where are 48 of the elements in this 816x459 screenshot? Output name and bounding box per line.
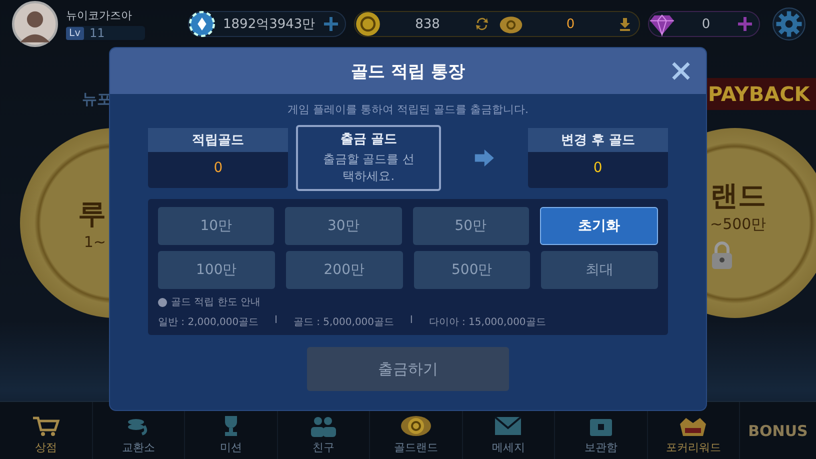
separator: l — [410, 315, 413, 328]
separator: l — [274, 315, 278, 328]
dialog-subtitle: 게임 플레이를 통하여 적립된 골드를 출금합니다. — [288, 102, 528, 117]
box-label: 변경 후 골드 — [528, 128, 668, 152]
amount-button[interactable]: 최대 — [541, 251, 658, 289]
add-chips-button[interactable] — [323, 16, 340, 32]
chip-title: 루 — [78, 196, 106, 232]
limit-text: 일반 : 2,000,000골드 — [158, 316, 259, 329]
box-label: 출금 골드 — [339, 131, 398, 149]
close-icon[interactable] — [670, 60, 692, 82]
add-diamonds-button[interactable] — [737, 16, 753, 32]
bonus-logo[interactable]: BONUS — [740, 422, 816, 440]
chip-range: 1~ — [84, 233, 106, 251]
bullet-icon — [158, 298, 167, 306]
amount-button[interactable]: 200만 — [286, 251, 402, 289]
box-value: 출금할 골드를 선택하세요. — [322, 151, 416, 185]
limit-title: 골드 적립 한도 안내 — [171, 296, 261, 309]
level-badge: Lv — [66, 26, 84, 40]
coin-icon — [400, 414, 432, 438]
saved-amount: 0 — [565, 16, 576, 32]
lobby-tab[interactable]: 뉴포 — [82, 90, 112, 109]
coin-icon — [355, 11, 381, 37]
box-value: 0 — [214, 159, 223, 176]
chip-range: ~500만 — [710, 214, 766, 234]
dialog-title: 골드 적립 통장 — [351, 60, 465, 82]
envelope-icon — [492, 414, 524, 438]
download-icon[interactable] — [617, 16, 633, 32]
amount-button[interactable]: 10만 — [158, 207, 274, 245]
amount-button[interactable]: 500만 — [414, 251, 530, 289]
chip-title: 랜드 — [710, 178, 766, 214]
settings-icon[interactable] — [772, 7, 806, 41]
nav-item[interactable]: 상점 — [0, 402, 92, 459]
amount-button[interactable]: 30만 — [285, 207, 402, 245]
diamond-amount: 0 — [700, 16, 712, 32]
box-label: 적립골드 — [148, 128, 288, 152]
player-name: 뉴이코가즈아 — [66, 8, 133, 23]
avatar-icon[interactable] — [12, 1, 58, 47]
reset-button[interactable]: 초기화 — [540, 207, 658, 245]
amount-button[interactable]: 100만 — [158, 251, 275, 289]
amount-button[interactable]: 50만 — [412, 207, 529, 245]
poker-chip-icon — [189, 11, 215, 37]
limit-text: 골드 : 5,000,000골드 — [293, 316, 394, 329]
level-number: 11 — [90, 26, 105, 40]
limit-text: 다이아 : 15,000,000골드 — [428, 316, 546, 329]
box-value: 0 — [593, 159, 602, 176]
coin-amount: 838 — [414, 16, 441, 32]
chips-amount: 1892억3943만 — [223, 16, 316, 33]
refresh-icon[interactable] — [474, 16, 490, 32]
